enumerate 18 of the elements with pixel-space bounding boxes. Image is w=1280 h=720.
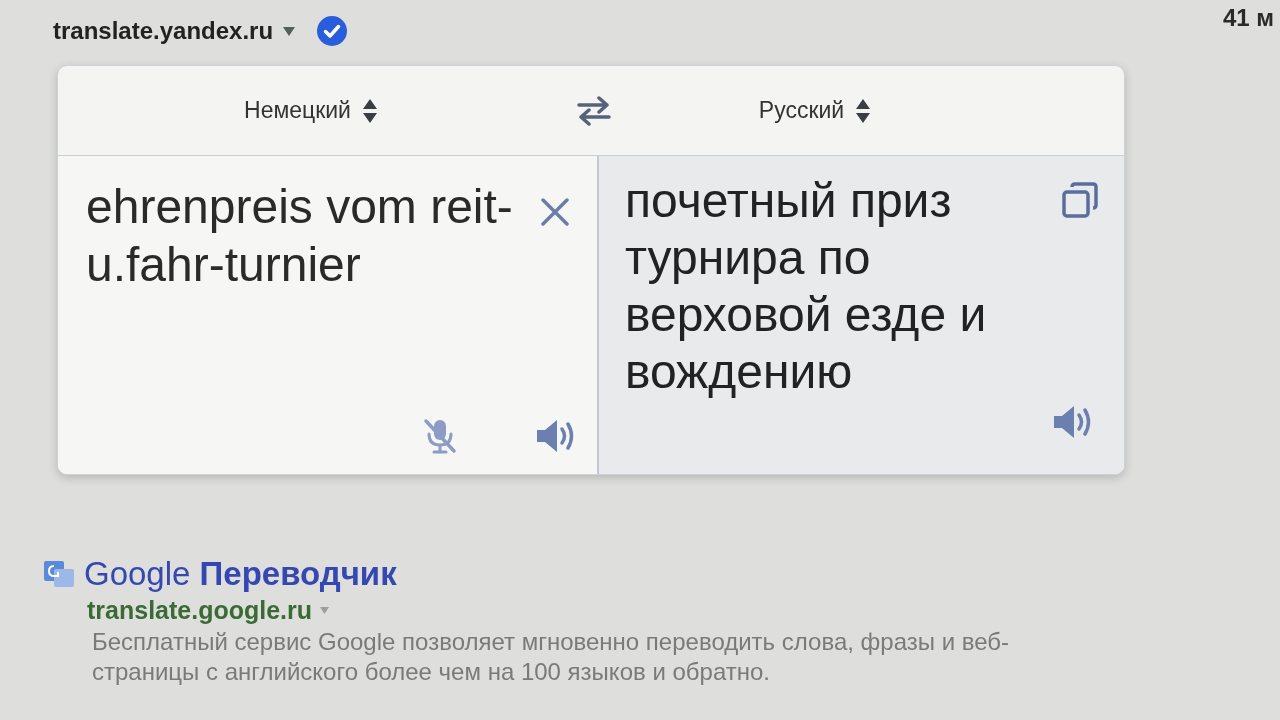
translation-text: почетный приз турнира по верховой езде и вождению: [625, 173, 988, 400]
sort-icon: [362, 98, 377, 123]
result-snippet: Бесплатный сервис Google позволяет мгновенно переводить слова, фразы и веб-страницы с английского более чем на 100 языков и обратно.: [92, 627, 1011, 687]
source-language-selector[interactable]: Немецкий: [244, 93, 377, 128]
result-title-link[interactable]: Google Переводчик: [84, 555, 397, 593]
verified-badge-icon: [317, 16, 348, 46]
corner-text: 41 м: [1222, 4, 1274, 32]
favicon-icon: [44, 561, 74, 587]
source-text-input[interactable]: ehrenpreis vom reit-u.fahr-turnier: [86, 178, 526, 294]
copy-icon[interactable]: [1062, 182, 1098, 218]
caret-icon[interactable]: [283, 26, 296, 36]
site-url: translate.yandex.ru: [53, 16, 274, 46]
microphone-off-icon[interactable]: [423, 418, 457, 454]
sort-icon: [856, 98, 871, 123]
close-icon[interactable]: [541, 198, 569, 226]
swap-icon[interactable]: [577, 95, 611, 126]
target-language-selector[interactable]: Русский: [758, 93, 871, 128]
result-url: translate.google.ru: [87, 595, 313, 625]
